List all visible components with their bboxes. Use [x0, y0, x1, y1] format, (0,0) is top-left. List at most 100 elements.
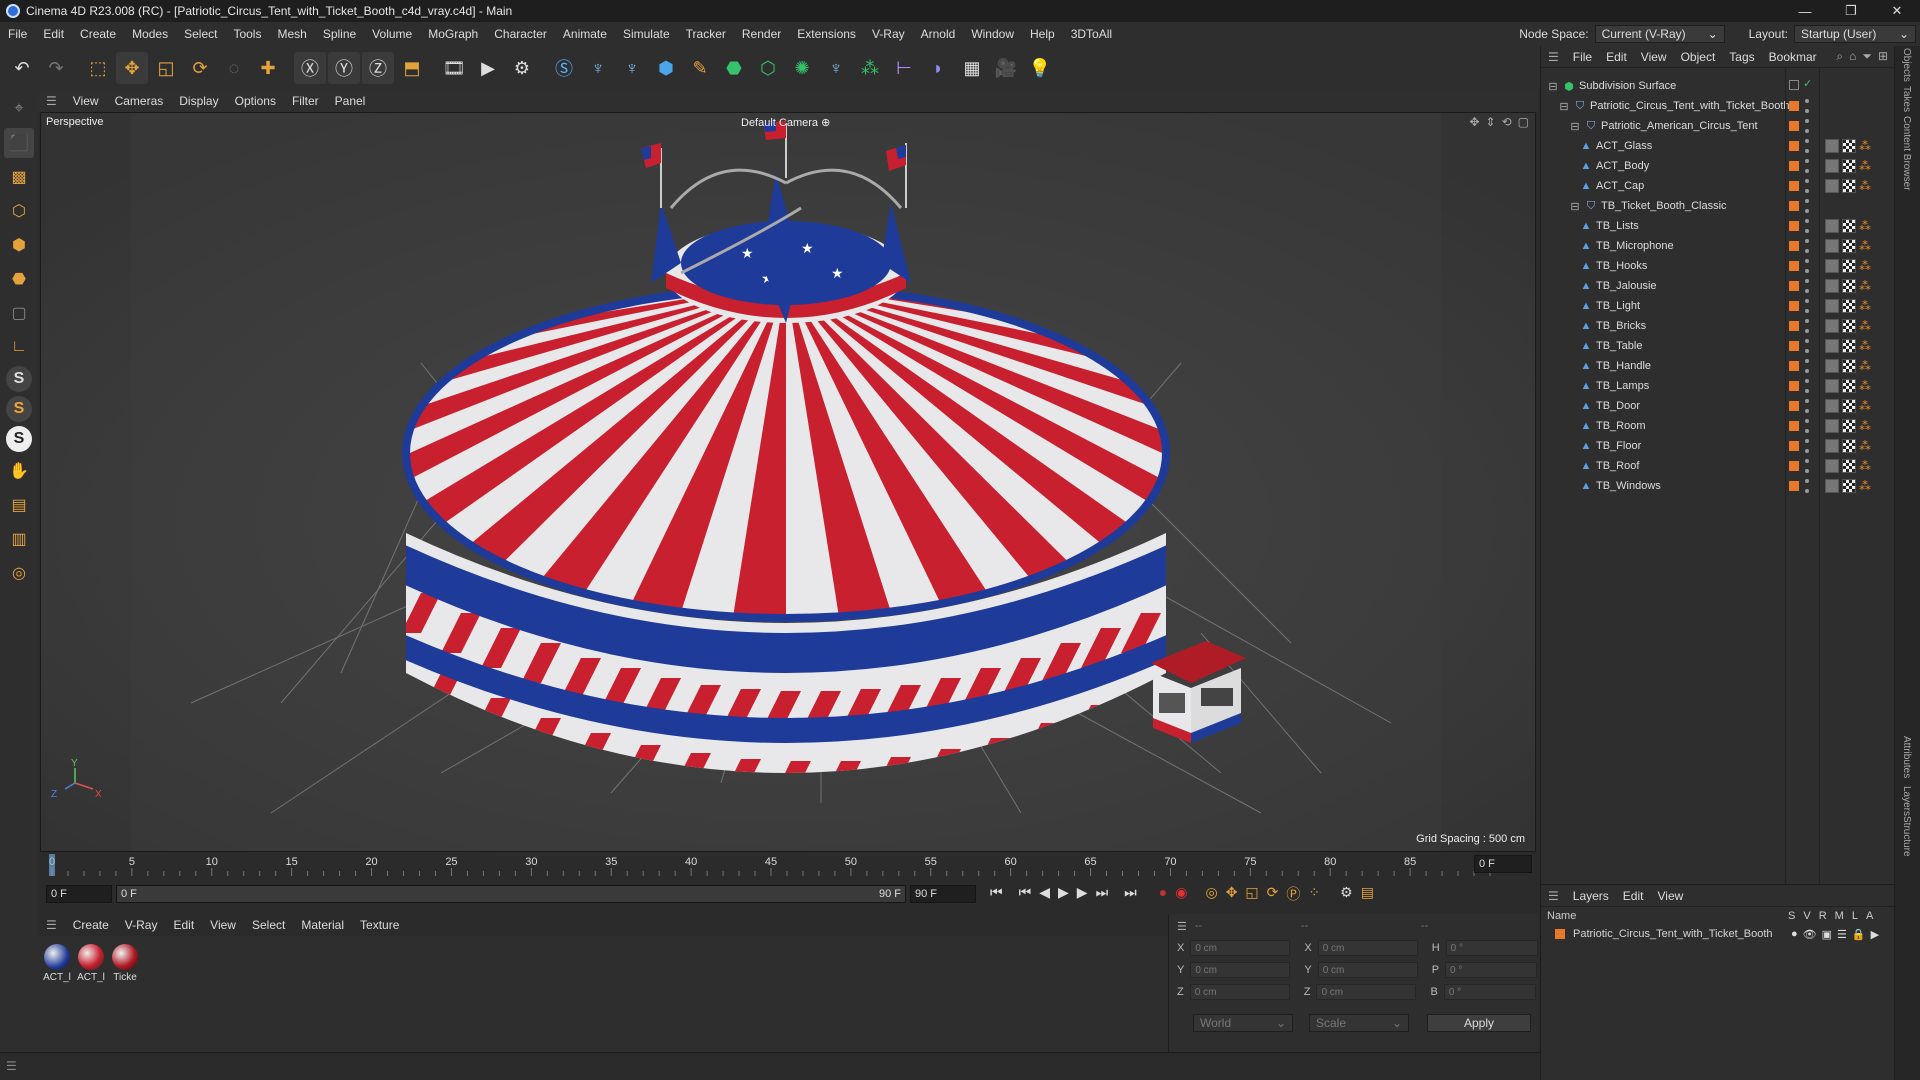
material-tags[interactable]: ⁂: [1825, 239, 1871, 253]
timeline-ruler[interactable]: 051015202530354045505560657075808590 0 F: [40, 852, 1536, 878]
object-row[interactable]: ⊟ ⛉ Patriotic_American_Circus_Tent: [1541, 116, 1895, 136]
visible-icon[interactable]: 👁: [1803, 928, 1817, 941]
visibility-dots-icon[interactable]: [1805, 339, 1809, 353]
material-tags[interactable]: ⁂: [1825, 479, 1871, 493]
material-tag-icon[interactable]: [1825, 379, 1839, 393]
size-field[interactable]: 0 cm: [1317, 940, 1418, 956]
light-icon[interactable]: 💡: [1024, 52, 1056, 84]
menu-spline[interactable]: Spline: [315, 27, 364, 41]
layer-menu-edit[interactable]: Edit: [1616, 889, 1651, 903]
orbit-icon[interactable]: ⟲: [1502, 115, 1512, 129]
coords-menu-icon[interactable]: ☰: [1177, 920, 1187, 933]
vray-tag-icon[interactable]: ⁂: [1859, 439, 1871, 453]
object-row[interactable]: ▲ TB_Jalousie ⁂: [1541, 276, 1895, 296]
material-tag-icon[interactable]: [1825, 279, 1839, 293]
autokey-icon[interactable]: ◉: [1175, 884, 1187, 904]
visibility-dots-icon[interactable]: [1805, 299, 1809, 313]
material-tag-icon[interactable]: [1825, 319, 1839, 333]
expand-icon[interactable]: ⊟: [1569, 120, 1581, 133]
visibility-dots-icon[interactable]: [1805, 139, 1809, 153]
model-mode-icon[interactable]: ⬛: [4, 128, 34, 158]
locked-workplane-icon[interactable]: ◎: [4, 558, 34, 588]
visibility-dots-icon[interactable]: [1805, 399, 1809, 413]
material-tags[interactable]: ⁂: [1825, 379, 1871, 393]
material-tags[interactable]: ⁂: [1825, 159, 1871, 173]
menu-mesh[interactable]: Mesh: [269, 27, 314, 41]
layer-color-tag[interactable]: [1789, 121, 1799, 131]
live-selection-icon[interactable]: ⬚: [82, 52, 114, 84]
layer-flag-l[interactable]: L: [1852, 910, 1858, 922]
layer-color-tag[interactable]: [1789, 441, 1799, 451]
visibility-dots-icon[interactable]: [1805, 379, 1809, 393]
vray-tag-icon[interactable]: ⁂: [1859, 339, 1871, 353]
vray-tag-icon[interactable]: ⁂: [1859, 259, 1871, 273]
material-tags[interactable]: ⁂: [1825, 439, 1871, 453]
material-tags[interactable]: ⁂: [1825, 279, 1871, 293]
z-axis-lock-icon[interactable]: Ⓩ: [362, 52, 394, 84]
layer-color-tag[interactable]: [1789, 401, 1799, 411]
material-tags[interactable]: ⁂: [1825, 399, 1871, 413]
material-tag-icon[interactable]: [1825, 399, 1839, 413]
solo-icon[interactable]: ●: [1791, 928, 1798, 941]
visibility-dots-icon[interactable]: [1805, 359, 1809, 373]
material-menu-material[interactable]: Material: [293, 918, 352, 932]
layer-menu-icon[interactable]: ☰: [1541, 889, 1566, 903]
rotation-field[interactable]: 0 °: [1443, 984, 1536, 1000]
layer-color-tag[interactable]: [1789, 341, 1799, 351]
material-tags[interactable]: ⁂: [1825, 259, 1871, 273]
pla-key-icon[interactable]: ⁘: [1308, 884, 1320, 904]
extrude-generator-icon[interactable]: ⬡: [752, 52, 784, 84]
vray-tag-icon[interactable]: ⁂: [1859, 359, 1871, 373]
object-row[interactable]: ▲ TB_Room ⁂: [1541, 416, 1895, 436]
size-field[interactable]: 0 cm: [1316, 984, 1417, 1000]
visibility-dots-icon[interactable]: [1805, 279, 1809, 293]
visibility-dots-icon[interactable]: [1805, 159, 1809, 173]
minimize-button[interactable]: —: [1782, 0, 1828, 22]
menu-volume[interactable]: Volume: [364, 27, 420, 41]
material-tag-icon[interactable]: [1825, 479, 1839, 493]
texture-tag-icon[interactable]: [1842, 319, 1856, 333]
position-key-icon[interactable]: ✥: [1226, 884, 1238, 904]
layer-color-tag[interactable]: [1789, 241, 1799, 251]
search-icon[interactable]: ⌕: [1836, 49, 1843, 64]
object-menu-view[interactable]: View: [1634, 50, 1674, 64]
material-menu-create[interactable]: Create: [65, 918, 117, 932]
menu-extensions[interactable]: Extensions: [789, 27, 864, 41]
python-script-3-icon[interactable]: ♆: [820, 52, 852, 84]
axis-mode-icon[interactable]: ∟: [4, 332, 34, 362]
rotate-tool-icon[interactable]: ⟳: [184, 52, 216, 84]
side-tab-content-browser[interactable]: Content Browser: [1901, 116, 1912, 190]
menu-help[interactable]: Help: [1022, 27, 1063, 41]
texture-tag-icon[interactable]: [1842, 379, 1856, 393]
field-icon[interactable]: ◗: [922, 52, 954, 84]
material-menu-v-ray[interactable]: V-Ray: [117, 918, 166, 932]
layer-color-swatch[interactable]: [1555, 929, 1565, 939]
material-menu-select[interactable]: Select: [244, 918, 293, 932]
material-tag-icon[interactable]: [1825, 259, 1839, 273]
layer-color-tag[interactable]: [1789, 141, 1799, 151]
menu-create[interactable]: Create: [72, 27, 124, 41]
camera-icon[interactable]: 🎥: [990, 52, 1022, 84]
object-menu-object[interactable]: Object: [1674, 50, 1723, 64]
side-tab-objects[interactable]: Objects: [1901, 48, 1912, 82]
visibility-dots-icon[interactable]: [1805, 219, 1809, 233]
animation-icon[interactable]: ▶: [1871, 928, 1879, 941]
measure-icon[interactable]: ⊢: [888, 52, 920, 84]
viewport-solo-icon[interactable]: ▥: [4, 524, 34, 554]
prev-frame-icon[interactable]: ◀: [1039, 884, 1050, 904]
object-row[interactable]: ▲ TB_Table ⁂: [1541, 336, 1895, 356]
vray-tag-icon[interactable]: ⁂: [1859, 299, 1871, 313]
next-frame-icon[interactable]: ▶: [1077, 884, 1088, 904]
object-menu-file[interactable]: File: [1566, 50, 1599, 64]
texture-tag-icon[interactable]: [1842, 279, 1856, 293]
vray-tag-icon[interactable]: ⁂: [1859, 139, 1871, 153]
undo-icon[interactable]: ↶: [6, 52, 38, 84]
visibility-dots-icon[interactable]: [1805, 99, 1809, 113]
layer-color-tag[interactable]: [1789, 261, 1799, 271]
layer-flag-v[interactable]: V: [1803, 910, 1810, 922]
render-icon[interactable]: ▣: [1822, 928, 1832, 941]
zoom-icon[interactable]: ⇕: [1486, 115, 1496, 129]
dope-sheet-icon[interactable]: ▤: [1361, 884, 1374, 904]
material-swatch-3[interactable]: Ticke: [110, 942, 140, 986]
side-tab-attributes[interactable]: Attributes: [1901, 736, 1912, 778]
